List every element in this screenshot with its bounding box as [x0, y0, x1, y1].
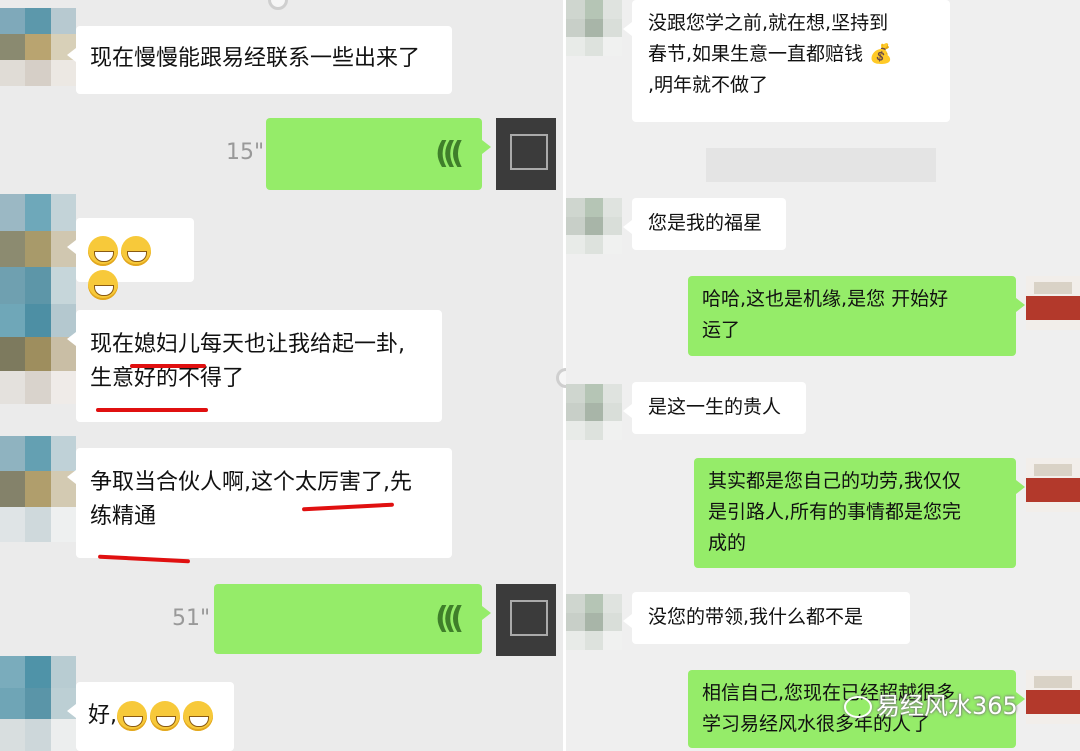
message-bubble[interactable]: 争取当合伙人啊,这个太厉害了,先 练精通 — [67, 448, 452, 558]
message-text-line: 没跟您学之前,就在想,坚持到 — [648, 12, 889, 34]
message-bubble[interactable]: 其实都是您自己的功劳,我仅仅 是引路人,所有的事情都是您完 成的 — [694, 458, 1025, 568]
contact-avatar[interactable] — [566, 384, 622, 440]
message-text-line: 哈哈,这也是机缘,是您 开始好 — [702, 288, 949, 310]
user-avatar[interactable] — [1026, 276, 1080, 330]
voice-duration: 15" — [226, 140, 265, 165]
watermark-text: 易经风水365 — [876, 692, 1018, 720]
message-text: 是这一生的贵人 — [648, 396, 782, 418]
blurred-timestamp — [706, 148, 936, 182]
scroll-indicator — [268, 0, 288, 10]
message-bubble[interactable]: 现在慢慢能跟易经联系一些出来了 — [67, 26, 452, 94]
voice-duration: 51" — [172, 606, 211, 631]
message-bubble[interactable]: 您是我的福星 — [623, 198, 786, 250]
message-text-line: 现在媳妇儿每天也让我给起一卦, — [90, 332, 405, 357]
message-text-line: 春节,如果生意一直都赔钱 💰 — [648, 43, 893, 65]
grinning-emoji-icon — [88, 236, 118, 266]
message-text: 没您的带领,我什么都不是 — [648, 606, 864, 628]
message-text-line: 运了 — [702, 319, 741, 341]
contact-avatar[interactable] — [566, 0, 622, 56]
contact-avatar[interactable] — [0, 656, 76, 751]
user-avatar[interactable] — [496, 118, 556, 190]
message-text-line: 争取当合伙人啊,这个太厉害了,先 — [90, 470, 412, 495]
annotation-underline — [130, 364, 206, 368]
message-bubble[interactable]: 没跟您学之前,就在想,坚持到 春节,如果生意一直都赔钱 💰 ,明年就不做了 — [623, 0, 950, 122]
voice-wave-icon: ))) — [440, 136, 464, 171]
message-text-line: 成的 — [708, 532, 747, 554]
voice-message-bubble[interactable]: ))) — [266, 118, 491, 190]
contact-avatar[interactable] — [0, 194, 76, 304]
grinning-emoji-icon — [88, 270, 118, 300]
message-text-line: 其实都是您自己的功劳,我仅仅 — [708, 470, 962, 492]
contact-avatar[interactable] — [566, 198, 622, 254]
grinning-squint-emoji-icon — [150, 701, 180, 731]
user-avatar[interactable] — [496, 584, 556, 656]
message-bubble[interactable]: 是这一生的贵人 — [623, 382, 806, 434]
user-avatar[interactable] — [1026, 458, 1080, 512]
message-text: 您是我的福星 — [648, 212, 763, 234]
message-text: 好, — [88, 703, 117, 728]
message-bubble[interactable]: 哈哈,这也是机缘,是您 开始好 运了 — [688, 276, 1025, 356]
watermark: 易经风水365 — [844, 686, 1018, 721]
right-chat-panel: 没跟您学之前,就在想,坚持到 春节,如果生意一直都赔钱 💰 ,明年就不做了 您是… — [566, 0, 1080, 751]
message-bubble[interactable]: 没您的带领,我什么都不是 — [623, 592, 910, 644]
contact-avatar[interactable] — [0, 8, 76, 86]
emoji-message-bubble[interactable] — [67, 218, 194, 300]
voice-wave-icon: ))) — [440, 601, 464, 636]
message-text-line: ,明年就不做了 — [648, 74, 769, 96]
message-text-line: 是引路人,所有的事情都是您完 — [708, 501, 962, 523]
emoji-message-bubble[interactable]: 好, — [67, 682, 234, 751]
contact-avatar[interactable] — [0, 304, 76, 404]
wechat-logo-icon — [844, 696, 872, 718]
annotation-underline — [96, 408, 208, 412]
voice-message-bubble[interactable]: ))) — [214, 584, 491, 654]
user-avatar[interactable] — [1026, 670, 1080, 724]
grinning-emoji-icon — [121, 236, 151, 266]
contact-avatar[interactable] — [566, 594, 622, 650]
left-chat-panel: 现在慢慢能跟易经联系一些出来了 15" ))) 现在媳妇儿每天也让我给起一卦, … — [0, 0, 566, 751]
contact-avatar[interactable] — [0, 436, 76, 542]
message-text: 现在慢慢能跟易经联系一些出来了 — [90, 46, 421, 71]
grinning-squint-emoji-icon — [117, 701, 147, 731]
grinning-squint-emoji-icon — [183, 701, 213, 731]
